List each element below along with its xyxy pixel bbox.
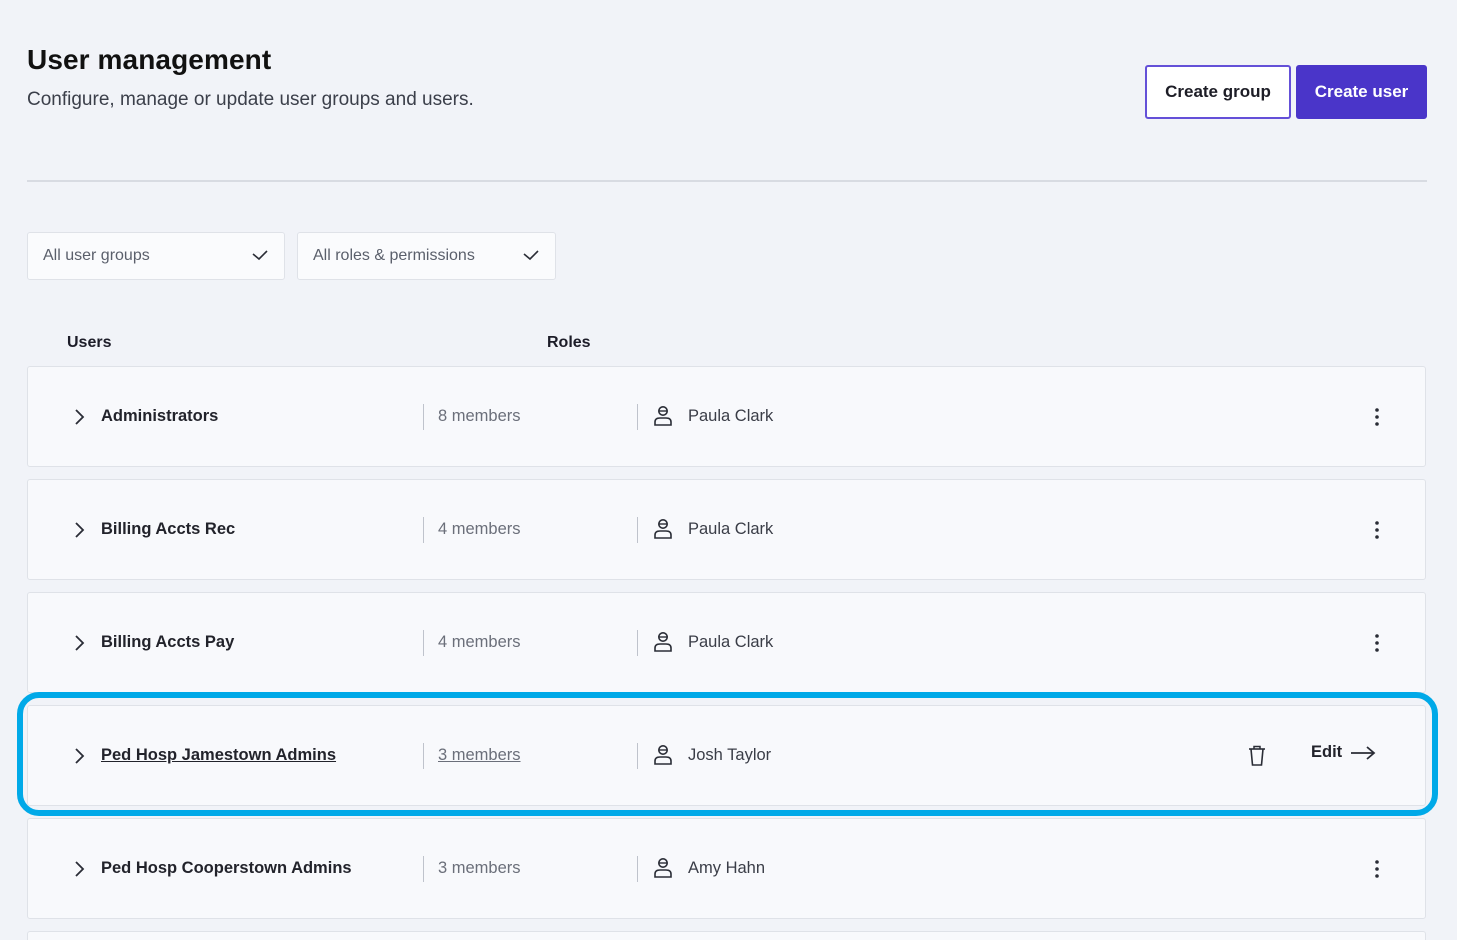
group-owner: Amy Hahn: [688, 859, 766, 877]
trash-icon[interactable]: [1246, 744, 1268, 768]
column-divider: [423, 743, 424, 769]
chevron-down-icon: [523, 250, 539, 261]
column-divider: [637, 630, 638, 656]
user-badge-icon: [654, 406, 672, 426]
group-owner: Josh Taylor: [688, 746, 772, 764]
group-owner: Paula Clark: [688, 520, 774, 538]
group-name[interactable]: Administrators: [101, 407, 218, 426]
member-count[interactable]: 4 members: [438, 520, 521, 539]
column-divider: [423, 517, 424, 543]
group-name[interactable]: Ped Hosp Cooperstown Admins: [101, 859, 352, 878]
create-user-button[interactable]: Create user: [1296, 65, 1427, 119]
create-group-button[interactable]: Create group: [1145, 65, 1291, 119]
more-options-icon[interactable]: [1367, 519, 1387, 541]
edit-button[interactable]: Edit: [1311, 743, 1376, 762]
header-divider: [27, 180, 1427, 182]
user-groups-filter[interactable]: All user groups: [27, 232, 285, 280]
page-title: User management: [27, 44, 272, 75]
chevron-right-icon[interactable]: [68, 857, 90, 881]
column-divider: [637, 743, 638, 769]
chevron-right-icon[interactable]: [68, 405, 90, 429]
user-badge-icon: [654, 858, 672, 878]
chevron-right-icon[interactable]: [68, 744, 90, 768]
column-header-users: Users: [67, 334, 112, 351]
roles-filter[interactable]: All roles & permissions: [297, 232, 556, 280]
more-options-icon[interactable]: [1367, 858, 1387, 880]
user-management-page: User management Configure, manage or upd…: [0, 0, 1457, 940]
edit-label: Edit: [1311, 743, 1343, 761]
roles-filter-value: All roles & permissions: [313, 247, 475, 264]
chevron-right-icon[interactable]: [68, 631, 90, 655]
member-count[interactable]: 4 members: [438, 633, 521, 652]
group-owner: Paula Clark: [688, 633, 774, 651]
user-badge-icon: [654, 745, 672, 765]
column-divider: [423, 630, 424, 656]
page-subtitle: Configure, manage or update user groups …: [27, 89, 474, 110]
group-row[interactable]: Ped Hosp Jamestown Admins 3 members Josh…: [27, 705, 1426, 806]
more-options-icon[interactable]: [1367, 406, 1387, 428]
arrow-right-icon: [1351, 745, 1376, 760]
member-count[interactable]: 8 members: [438, 407, 521, 426]
group-row-partial: [27, 931, 1426, 940]
member-count[interactable]: 3 members: [438, 859, 521, 878]
chevron-right-icon[interactable]: [68, 518, 90, 542]
column-header-roles: Roles: [547, 334, 591, 351]
chevron-down-icon: [252, 250, 268, 261]
column-divider: [637, 404, 638, 430]
member-count[interactable]: 3 members: [438, 746, 521, 765]
group-name[interactable]: Billing Accts Pay: [101, 633, 234, 652]
group-row[interactable]: Billing Accts Pay 4 members Paula Clark: [27, 592, 1426, 693]
column-divider: [637, 517, 638, 543]
column-divider: [637, 856, 638, 882]
user-badge-icon: [654, 632, 672, 652]
group-row[interactable]: Ped Hosp Cooperstown Admins 3 members Am…: [27, 818, 1426, 919]
user-badge-icon: [654, 519, 672, 539]
more-options-icon[interactable]: [1367, 632, 1387, 654]
group-name[interactable]: Billing Accts Rec: [101, 520, 235, 539]
column-divider: [423, 856, 424, 882]
group-row[interactable]: Billing Accts Rec 4 members Paula Clark: [27, 479, 1426, 580]
user-groups-filter-value: All user groups: [43, 247, 150, 264]
group-name[interactable]: Ped Hosp Jamestown Admins: [101, 746, 336, 765]
column-divider: [423, 404, 424, 430]
group-owner: Paula Clark: [688, 407, 774, 425]
group-row[interactable]: Administrators 8 members Paula Clark: [27, 366, 1426, 467]
